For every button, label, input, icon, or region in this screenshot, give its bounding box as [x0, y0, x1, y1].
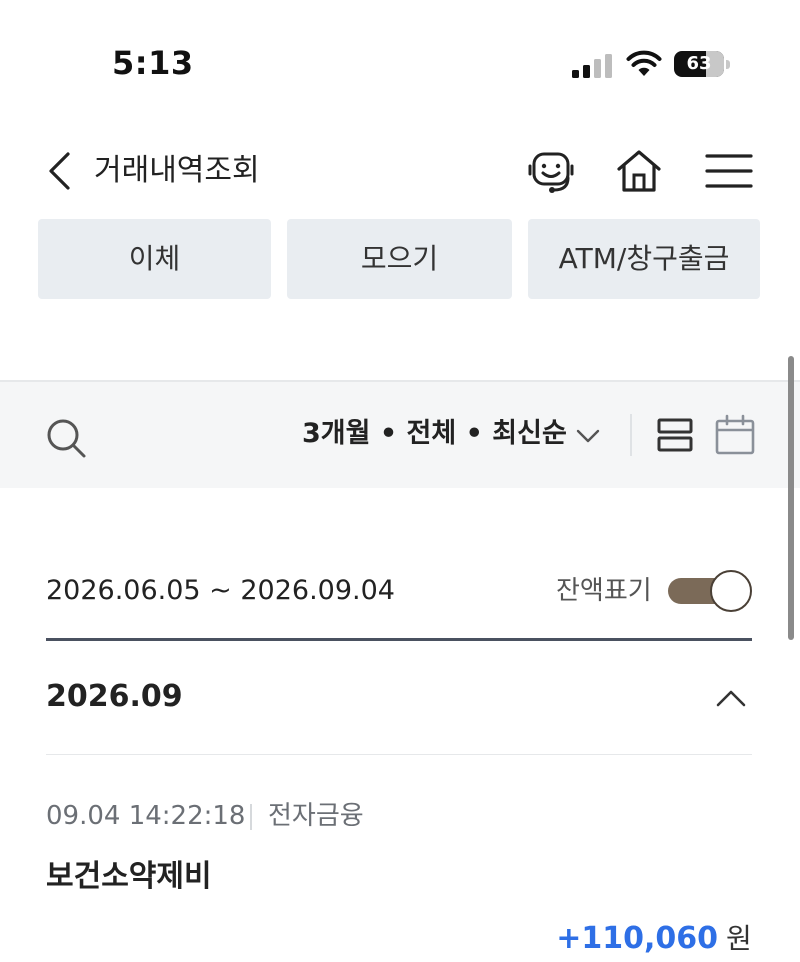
chatbot-icon[interactable]: [524, 144, 578, 198]
chevron-up-icon[interactable]: [714, 684, 748, 712]
atm-withdrawal-button[interactable]: ATM/창구출금: [528, 219, 760, 299]
menu-icon[interactable]: [702, 144, 756, 198]
month-divider: [46, 754, 752, 755]
month-header: 2026.09: [46, 679, 183, 714]
search-icon[interactable]: [44, 416, 88, 460]
transaction-type: 전자금융: [268, 801, 364, 831]
quick-action-buttons: 이체 모으기 ATM/창구출금: [38, 219, 760, 299]
transaction-amount: +110,060: [556, 921, 718, 956]
transaction-name: 보건소약제비: [46, 859, 212, 894]
transaction-separator: [250, 804, 252, 830]
transaction-currency: 원: [726, 922, 752, 955]
transaction-datetime: 09.04 14:22:18: [46, 801, 246, 831]
scrollbar[interactable]: [788, 356, 794, 640]
status-bar: 5:13 63: [0, 0, 800, 120]
filter-bar: 3개월 • 전체 • 최신순: [0, 380, 800, 488]
signal-icon: [572, 54, 612, 78]
range-divider: [46, 638, 752, 641]
balance-toggle-label: 잔액표기: [556, 576, 652, 606]
filter-summary[interactable]: 3개월 • 전체 • 최신순: [302, 414, 567, 454]
calendar-icon[interactable]: [714, 414, 756, 456]
home-icon[interactable]: [612, 144, 666, 198]
battery-level: 63: [686, 53, 712, 74]
transfer-button[interactable]: 이체: [38, 219, 271, 299]
filter-divider: [630, 414, 632, 456]
date-range: 2026.06.05 ~ 2026.09.04: [46, 575, 395, 606]
wifi-icon: [626, 50, 662, 76]
list-view-icon[interactable]: [656, 416, 694, 454]
balance-toggle[interactable]: [666, 570, 752, 612]
status-time: 5:13: [112, 44, 194, 82]
app-header: 거래내역조회: [0, 130, 800, 210]
transaction-row[interactable]: 09.04 14:22:18 전자금융 보건소약제비 +110,060 원: [0, 780, 800, 962]
battery-icon: 63: [674, 51, 730, 77]
savings-button[interactable]: 모으기: [287, 219, 512, 299]
back-icon[interactable]: [44, 150, 74, 192]
page-title: 거래내역조회: [94, 153, 260, 188]
chevron-down-icon[interactable]: [574, 422, 602, 450]
